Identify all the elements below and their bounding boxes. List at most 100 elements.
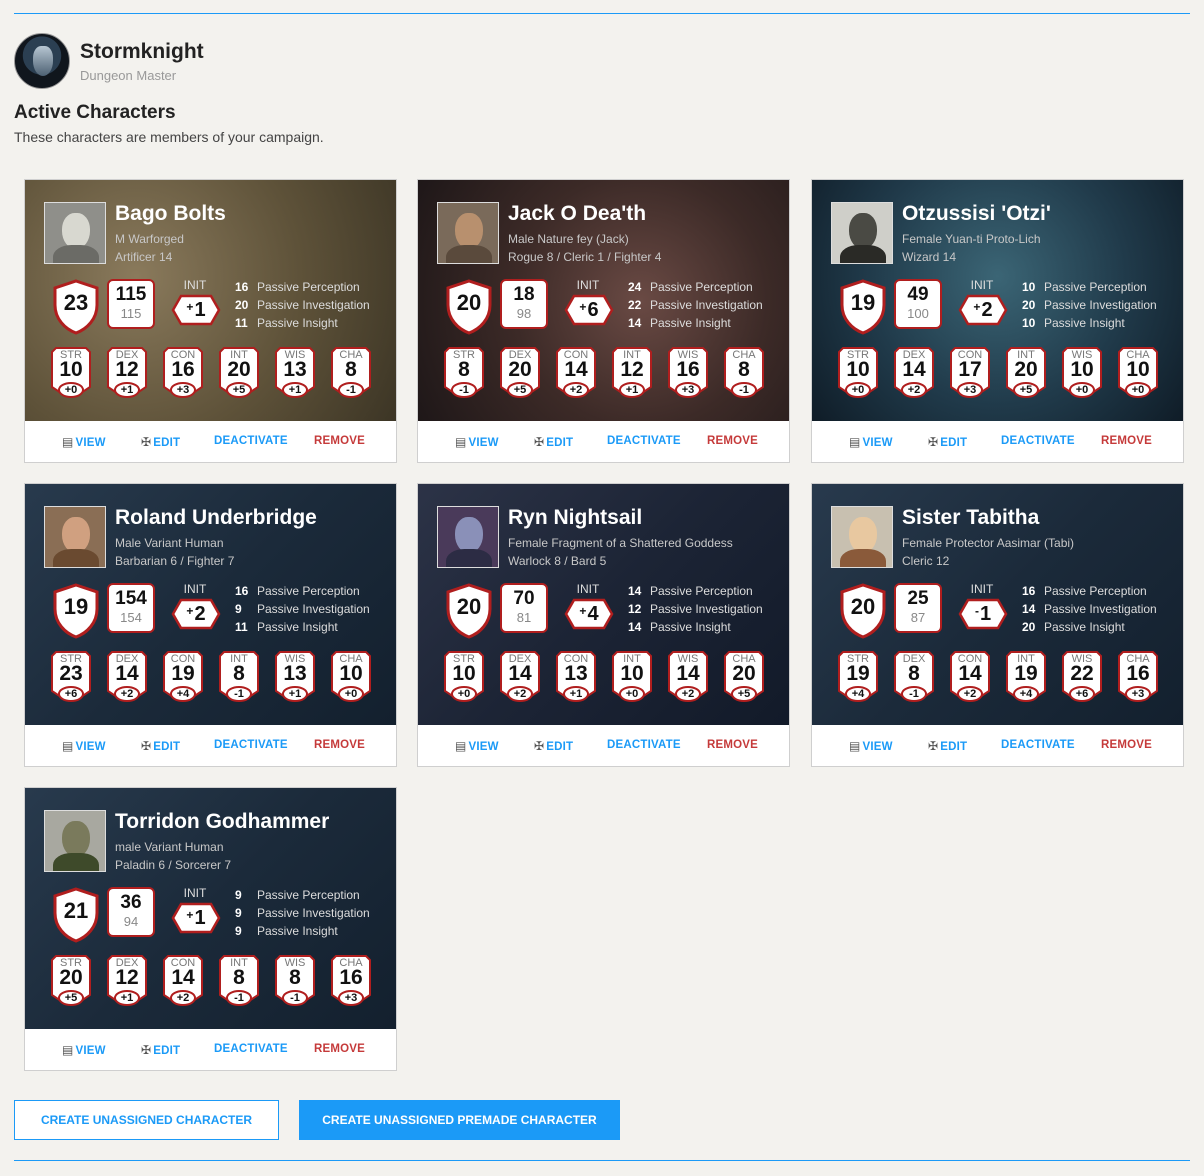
view-button[interactable]: ▤ VIEW xyxy=(62,435,106,449)
deactivate-button[interactable]: DEACTIVATE xyxy=(607,435,681,447)
edit-button[interactable]: ✠ EDIT xyxy=(141,435,180,449)
view-label: VIEW xyxy=(862,741,893,753)
deactivate-button[interactable]: DEACTIVATE xyxy=(214,435,288,447)
armor-class-shield: 20 xyxy=(444,583,494,639)
edit-button[interactable]: ✠ EDIT xyxy=(534,435,573,449)
character-portrait[interactable] xyxy=(44,506,106,568)
remove-button[interactable]: REMOVE xyxy=(1101,739,1152,751)
ability-modifier: -1 xyxy=(346,384,356,396)
remove-button[interactable]: REMOVE xyxy=(1101,435,1152,447)
ability-cha: CHA 10 +0 xyxy=(1118,347,1158,401)
edit-button[interactable]: ✠ EDIT xyxy=(141,739,180,753)
view-label: VIEW xyxy=(468,741,499,753)
ability-cha: CHA 16 +3 xyxy=(1118,651,1158,705)
create-premade-character-button[interactable]: CREATE UNASSIGNED PREMADE CHARACTER xyxy=(299,1100,620,1140)
ability-score: 14 xyxy=(508,662,532,685)
edit-icon: ✠ xyxy=(534,435,545,449)
character-name[interactable]: Sister Tabitha xyxy=(902,506,1039,530)
sheet-icon: ▤ xyxy=(849,739,861,753)
character-portrait[interactable] xyxy=(44,810,106,872)
ability-con: CON 19 +4 xyxy=(163,651,203,705)
character-portrait[interactable] xyxy=(831,202,893,264)
edit-button[interactable]: ✠ EDIT xyxy=(928,739,967,753)
view-button[interactable]: ▤ VIEW xyxy=(62,739,106,753)
character-name[interactable]: Torridon Godhammer xyxy=(115,810,329,834)
character-name[interactable]: Otzussisi 'Otzi' xyxy=(902,202,1051,226)
remove-button[interactable]: REMOVE xyxy=(707,739,758,751)
passive-investigation-value: 22 xyxy=(628,298,642,312)
dm-avatar[interactable] xyxy=(14,33,70,89)
armor-class-value: 21 xyxy=(63,898,89,923)
ability-modifier: +5 xyxy=(64,992,78,1004)
passive-investigation-value: 12 xyxy=(628,602,642,616)
ability-modifier: +3 xyxy=(963,384,977,396)
init-label: INIT xyxy=(576,278,600,292)
ability-str: STR 8 -1 xyxy=(444,347,484,401)
view-button[interactable]: ▤ VIEW xyxy=(62,1043,106,1057)
character-portrait[interactable] xyxy=(831,506,893,568)
initiative-value: +1 xyxy=(171,907,221,930)
view-button[interactable]: ▤ VIEW xyxy=(455,435,499,449)
sheet-icon: ▤ xyxy=(62,435,74,449)
remove-button[interactable]: REMOVE xyxy=(314,739,365,751)
view-button[interactable]: ▤ VIEW xyxy=(849,739,893,753)
view-button[interactable]: ▤ VIEW xyxy=(849,435,893,449)
view-button[interactable]: ▤ VIEW xyxy=(455,739,499,753)
passive-perception: 9 Passive Perception xyxy=(235,886,370,904)
ability-score: 23 xyxy=(59,662,83,685)
passive-perception-value: 14 xyxy=(628,584,642,598)
ability-int: INT 12 +1 xyxy=(612,347,652,401)
passive-perception-value: 9 xyxy=(235,888,242,902)
hp-max: 81 xyxy=(516,610,532,625)
ability-score: 10 xyxy=(846,358,870,381)
passive-investigation-label: Passive Investigation xyxy=(650,298,763,312)
edit-button[interactable]: ✠ EDIT xyxy=(534,739,573,753)
passive-insight-value: 20 xyxy=(1022,620,1036,634)
character-portrait[interactable] xyxy=(437,202,499,264)
initiative-value: +4 xyxy=(564,603,614,626)
ability-modifier: +4 xyxy=(1019,688,1033,700)
dm-name[interactable]: Stormknight xyxy=(80,39,204,65)
remove-button[interactable]: REMOVE xyxy=(314,1043,365,1055)
create-unassigned-character-button[interactable]: CREATE UNASSIGNED CHARACTER xyxy=(14,1100,279,1140)
ability-score: 20 xyxy=(508,358,532,381)
passive-insight: 10 Passive Insight xyxy=(1022,314,1157,332)
deactivate-button[interactable]: DEACTIVATE xyxy=(1001,739,1075,751)
character-card: Ryn Nightsail Female Fragment of a Shatt… xyxy=(417,483,790,767)
deactivate-button[interactable]: DEACTIVATE xyxy=(214,739,288,751)
card-actions: ▤ VIEW ✠ EDIT DEACTIVATE REMOVE xyxy=(25,725,396,766)
armor-class-value: 20 xyxy=(456,290,482,315)
passive-investigation-value: 14 xyxy=(1022,602,1036,616)
deactivate-button[interactable]: DEACTIVATE xyxy=(1001,435,1075,447)
passive-insight-value: 9 xyxy=(235,924,242,938)
armor-class-shield: 20 xyxy=(838,583,888,639)
hp-max: 98 xyxy=(516,306,532,321)
ability-wis: WIS 22 +6 xyxy=(1062,651,1102,705)
edit-button[interactable]: ✠ EDIT xyxy=(141,1043,180,1057)
deactivate-button[interactable]: DEACTIVATE xyxy=(214,1043,288,1055)
initiative-box: +1 xyxy=(171,294,221,326)
sheet-icon: ▤ xyxy=(455,739,467,753)
character-name[interactable]: Jack O Dea'th xyxy=(508,202,646,226)
sheet-icon: ▤ xyxy=(849,435,861,449)
ability-dex: DEX 12 +1 xyxy=(107,347,147,401)
edit-label: EDIT xyxy=(153,741,181,753)
character-name[interactable]: Roland Underbridge xyxy=(115,506,317,530)
deactivate-button[interactable]: DEACTIVATE xyxy=(607,739,681,751)
remove-button[interactable]: REMOVE xyxy=(707,435,758,447)
character-name[interactable]: Bago Bolts xyxy=(115,202,226,226)
remove-button[interactable]: REMOVE xyxy=(314,435,365,447)
character-name[interactable]: Ryn Nightsail xyxy=(508,506,642,530)
card-actions: ▤ VIEW ✠ EDIT DEACTIVATE REMOVE xyxy=(812,421,1183,462)
ability-score: 8 xyxy=(738,358,750,381)
ability-modifier: +4 xyxy=(176,688,190,700)
initiative-number: 6 xyxy=(587,299,599,321)
character-portrait[interactable] xyxy=(44,202,106,264)
character-portrait[interactable] xyxy=(437,506,499,568)
ability-modifier: -1 xyxy=(909,688,919,700)
character-race: Male Variant Human xyxy=(115,536,224,550)
ability-modifier: +5 xyxy=(1019,384,1033,396)
edit-button[interactable]: ✠ EDIT xyxy=(928,435,967,449)
sheet-icon: ▤ xyxy=(62,739,74,753)
ability-wis: WIS 8 -1 xyxy=(275,955,315,1009)
